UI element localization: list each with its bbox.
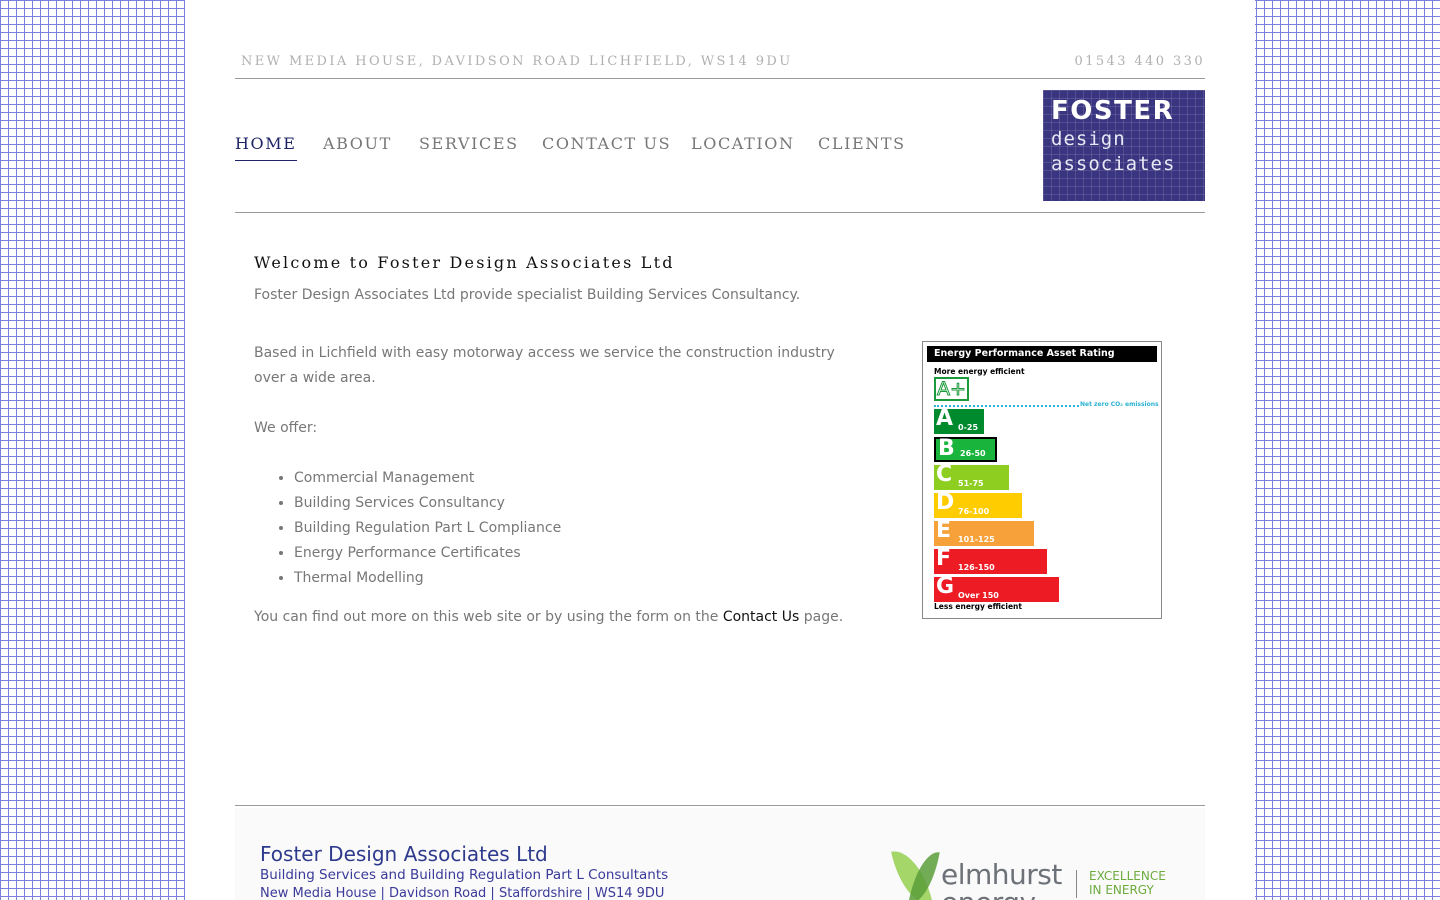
partner-logo-word-2: energy xyxy=(941,886,1036,900)
epc-net-zero-label: Net zero CO₂ emissions xyxy=(1080,401,1159,408)
top-contact-bar: NEW MEDIA HOUSE, DAVIDSON ROAD LICHFIELD… xyxy=(235,50,1205,79)
epc-band-letter: D xyxy=(936,490,955,515)
header-divider xyxy=(235,212,1205,213)
footer-subtitle: Building Services and Building Regulatio… xyxy=(260,867,669,883)
nav-home[interactable]: HOME xyxy=(235,134,297,161)
partner-tagline: EXCELLENCE xyxy=(1089,869,1166,883)
epc-aplus-badge: A+ xyxy=(934,377,969,401)
location-paragraph: Based in Lichfield with easy motorway ac… xyxy=(254,345,835,386)
epc-band-letter: B xyxy=(938,436,955,461)
contact-us-link[interactable]: Contact Us xyxy=(723,609,799,625)
nav-location[interactable]: LOCATION xyxy=(691,134,795,160)
epc-more-efficient-label: More energy efficient xyxy=(934,367,1025,376)
nav-services[interactable]: SERVICES xyxy=(419,134,519,160)
epc-band-range: 126-150 xyxy=(958,563,995,572)
list-item: Thermal Modelling xyxy=(294,566,561,591)
epc-band-c: C 51-75 xyxy=(934,462,1009,490)
epc-band-range: 0-25 xyxy=(958,423,979,432)
epc-band-range: Over 150 xyxy=(958,591,999,600)
footer-company-name: Foster Design Associates Ltd xyxy=(260,842,548,866)
epc-band-range: 101-125 xyxy=(958,535,995,544)
epc-band-f: F 126-150 xyxy=(934,546,1047,574)
page-title: Welcome to Foster Design Associates Ltd xyxy=(254,253,675,272)
epc-band-letter: F xyxy=(936,546,952,571)
company-logo[interactable]: FOSTER design associates xyxy=(1043,90,1205,201)
partner-divider xyxy=(1076,870,1077,898)
nav-contact-us[interactable]: CONTACT US xyxy=(542,134,671,160)
epc-band-b: B 26-50 xyxy=(934,436,997,462)
list-item: Energy Performance Certificates xyxy=(294,541,561,566)
offer-label: We offer: xyxy=(254,420,318,436)
epc-band-letter: C xyxy=(936,462,953,487)
list-item: Commercial Management xyxy=(294,466,561,491)
epc-band-d: D 76-100 xyxy=(934,490,1022,518)
closing-text: You can find out more on this web site o… xyxy=(254,609,723,625)
energy-rating-graphic: Energy Performance Asset Rating More ene… xyxy=(922,341,1162,619)
epc-less-efficient-label: Less energy efficient xyxy=(934,602,1022,611)
services-list: Commercial Management Building Services … xyxy=(254,466,561,591)
epc-band-letter: G xyxy=(936,574,955,599)
logo-line-1: FOSTER xyxy=(1051,96,1175,126)
page-container: NEW MEDIA HOUSE, DAVIDSON ROAD LICHFIELD… xyxy=(185,0,1255,900)
logo-line-2: design xyxy=(1051,128,1126,150)
partner-tagline-2: IN ENERGY xyxy=(1089,883,1154,897)
closing-text-end: page. xyxy=(799,609,844,625)
closing-paragraph: You can find out more on this web site o… xyxy=(254,605,843,630)
epc-band-range: 51-75 xyxy=(958,479,984,488)
epc-net-zero-line xyxy=(934,405,1079,407)
footer-banner: Foster Design Associates Ltd Building Se… xyxy=(235,808,1205,900)
intro-paragraph: Foster Design Associates Ltd provide spe… xyxy=(254,287,801,303)
header-address: NEW MEDIA HOUSE, DAVIDSON ROAD LICHFIELD… xyxy=(241,54,793,69)
epc-band-range: 76-100 xyxy=(958,507,990,516)
epc-band-letter: E xyxy=(936,518,952,543)
nav-clients[interactable]: CLIENTS xyxy=(818,134,906,160)
list-item: Building Services Consultancy xyxy=(294,491,561,516)
epc-title: Energy Performance Asset Rating xyxy=(927,346,1157,362)
epc-band-letter: A xyxy=(936,406,954,431)
epc-band-g: G Over 150 xyxy=(934,574,1059,602)
header-phone: 01543 440 330 xyxy=(1074,54,1205,69)
epc-band-a: A 0-25 xyxy=(934,406,984,434)
nav-about[interactable]: ABOUT xyxy=(323,134,392,160)
footer-divider xyxy=(235,805,1205,806)
epc-band-e: E 101-125 xyxy=(934,518,1034,546)
logo-line-3: associates xyxy=(1051,153,1176,175)
list-item: Building Regulation Part L Compliance xyxy=(294,516,561,541)
epc-band-range: 26-50 xyxy=(960,449,986,458)
footer-address: New Media House | Davidson Road | Staffo… xyxy=(260,886,665,900)
